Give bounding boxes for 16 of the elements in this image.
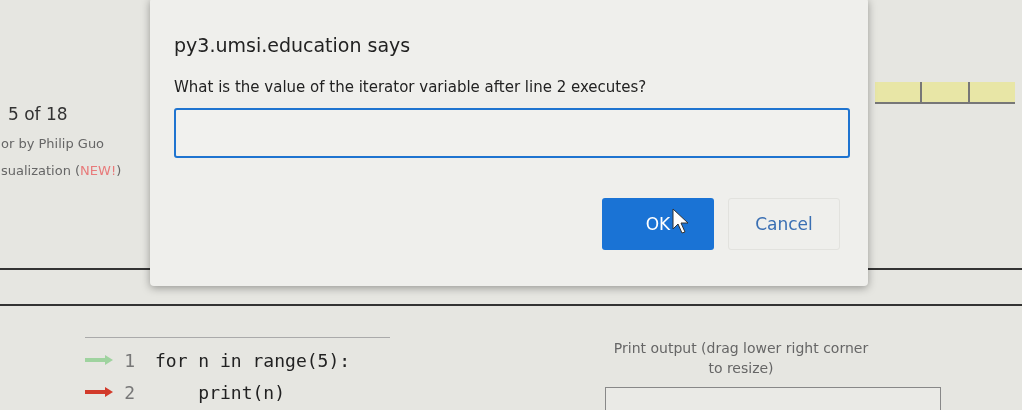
line-number: 2	[123, 381, 135, 403]
code-line: for n in range(5):	[155, 349, 351, 371]
author-credit: or by Philip Guo	[1, 136, 106, 151]
line-number: 1	[123, 349, 135, 371]
dialog-title: py3.umsi.education says	[174, 34, 412, 56]
visualization-link[interactable]: sualization (	[1, 163, 81, 178]
answer-field[interactable]	[174, 108, 850, 158]
step-counter: 5 of 18	[8, 104, 69, 124]
new-label: NEW!	[80, 163, 117, 178]
cursor-icon	[672, 208, 688, 234]
output-label: Print output (drag lower right corner to resize)	[612, 339, 870, 378]
code-line: print(n)	[197, 381, 286, 403]
closing-paren: )	[116, 163, 122, 178]
dialog-message: What is the value of the iterator variable after line 2 executes?	[174, 78, 648, 96]
ok-button[interactable]: OK	[602, 198, 714, 250]
cancel-button[interactable]: Cancel	[728, 198, 840, 250]
